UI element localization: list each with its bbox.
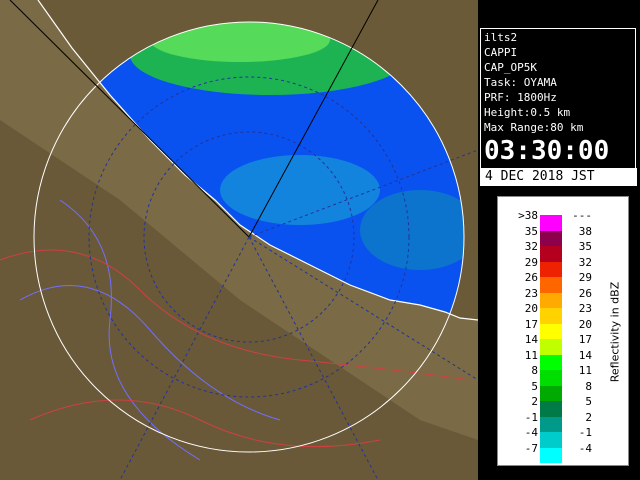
legend-color-swatch bbox=[540, 370, 562, 386]
legend-low-value: 26 bbox=[524, 271, 538, 284]
time-display: 03:30:00 bbox=[484, 136, 610, 166]
legend-low-value: -4 bbox=[524, 426, 538, 439]
legend-high-value: --- bbox=[572, 209, 592, 222]
legend-low-value: 14 bbox=[524, 333, 538, 346]
max-range: Max Range:80 km bbox=[484, 121, 584, 134]
legend-low-value: 8 bbox=[531, 364, 538, 377]
legend-color-swatch bbox=[540, 308, 562, 324]
legend-low-value: -1 bbox=[524, 410, 538, 424]
legend-high-value: 38 bbox=[578, 224, 592, 238]
legend-high-value: 8 bbox=[585, 379, 592, 393]
legend-color-swatch bbox=[540, 215, 562, 231]
legend-high-value: 32 bbox=[578, 255, 592, 269]
task-name: Task: OYAMA bbox=[484, 76, 557, 89]
legend-low-value: 32 bbox=[524, 240, 538, 253]
legend-low-value: >38 bbox=[518, 209, 538, 222]
legend-color-swatch bbox=[540, 339, 562, 355]
legend-color-swatch bbox=[540, 246, 562, 262]
legend-color-swatch bbox=[540, 447, 562, 463]
radar-map[interactable] bbox=[0, 0, 478, 480]
product-type: CAPPI bbox=[484, 46, 518, 59]
legend-low-value: -7 bbox=[524, 441, 538, 455]
prf-value: PRF: 1800Hz bbox=[484, 91, 557, 104]
legend-high-value: 23 bbox=[578, 302, 592, 315]
legend-low-value: 20 bbox=[524, 302, 538, 315]
legend-color-swatch bbox=[540, 416, 562, 432]
legend-color-swatch bbox=[540, 292, 562, 308]
legend-high-value: 20 bbox=[578, 317, 592, 331]
reflectivity-legend: >38 --- 35 38 32 35 29 32 26 29 23 26 20 23 17 20 14 17 11… bbox=[497, 196, 629, 466]
info-panel: ilts2 CAPPI CAP_OP5K Task: OYAMA PRF: 18… bbox=[480, 28, 637, 186]
legend-high-value: 11 bbox=[578, 364, 592, 377]
legend-low-value: 35 bbox=[524, 224, 538, 238]
legend-low-value: 17 bbox=[524, 317, 538, 331]
legend-color-swatch bbox=[540, 277, 562, 293]
height-value: Height:0.5 km bbox=[484, 106, 571, 119]
radar-id: ilts2 bbox=[484, 31, 518, 44]
legend-high-value: -1 bbox=[578, 426, 592, 439]
date-display: 4 DEC 2018 JST bbox=[485, 169, 595, 184]
legend-color-swatch bbox=[540, 385, 562, 401]
legend-high-value: 26 bbox=[578, 286, 592, 300]
legend-high-value: 5 bbox=[585, 395, 592, 408]
legend-low-value: 23 bbox=[524, 286, 538, 300]
legend-color-swatch bbox=[540, 432, 562, 448]
legend-color-swatch bbox=[540, 230, 562, 246]
legend-unit-label: Reflectivity in dBZ bbox=[608, 281, 622, 383]
legend-high-value: 2 bbox=[585, 410, 592, 424]
legend-unit: Reflectivity in dBZ bbox=[606, 207, 624, 457]
legend-low-value: 5 bbox=[531, 379, 538, 393]
echo-teal-patch bbox=[360, 190, 464, 270]
legend-low-value: 2 bbox=[531, 395, 538, 408]
date-bar: 4 DEC 2018 JST bbox=[481, 168, 637, 186]
legend-color-swatch bbox=[540, 261, 562, 277]
legend-color-swatch bbox=[540, 401, 562, 417]
echo-cyan-patch bbox=[220, 155, 380, 225]
legend-high-value: 14 bbox=[578, 348, 592, 362]
legend-low-value: 11 bbox=[524, 348, 538, 362]
legend-color-swatch bbox=[540, 354, 562, 370]
legend-color-swatch bbox=[540, 323, 562, 339]
product-name: CAP_OP5K bbox=[484, 61, 537, 74]
legend-low-value: 29 bbox=[524, 255, 538, 269]
radar-map-canvas bbox=[0, 0, 478, 480]
legend-high-value: -4 bbox=[578, 441, 592, 455]
legend-high-value: 17 bbox=[578, 333, 592, 346]
legend-high-value: 35 bbox=[578, 240, 592, 253]
legend-high-value: 29 bbox=[578, 271, 592, 284]
